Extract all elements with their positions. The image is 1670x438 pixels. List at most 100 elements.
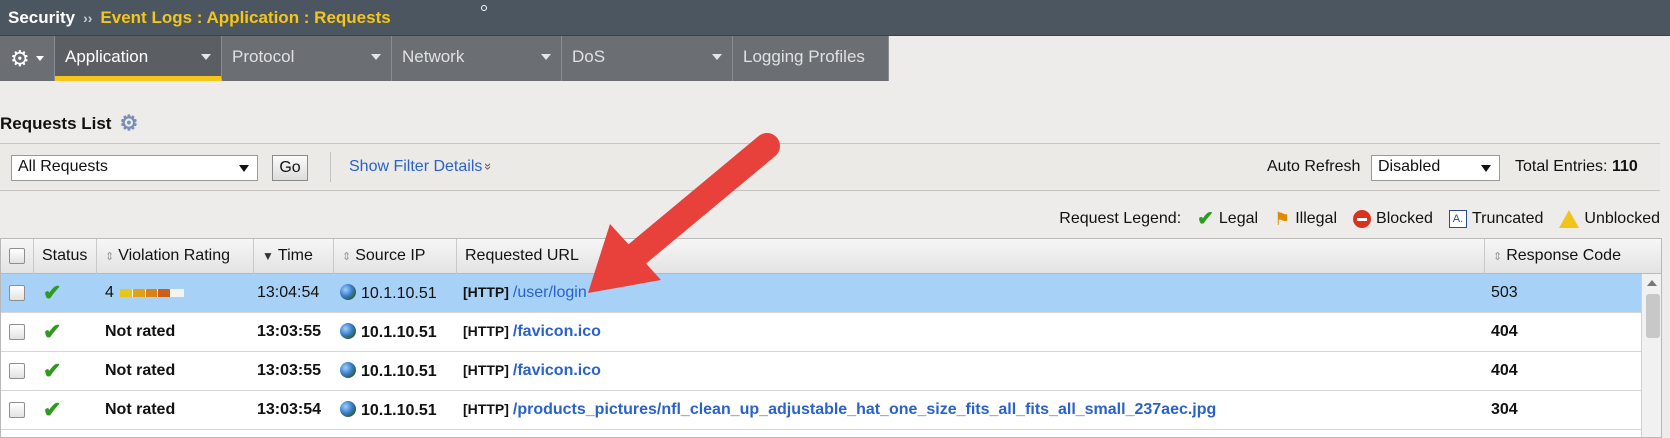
chevron-down-icon[interactable] (712, 54, 722, 60)
legend-unblocked: Unblocked (1559, 210, 1660, 228)
request-time: 13:04:54 (257, 284, 320, 301)
flag-icon: ⚑ (1274, 209, 1291, 229)
double-chevron-down-icon: » (481, 162, 497, 171)
tab-network[interactable]: Network (392, 36, 562, 81)
source-ip: 10.1.10.51 (340, 362, 437, 381)
request-filter-select[interactable]: All Requests (11, 155, 258, 181)
column-requested-url[interactable]: Requested URL (457, 239, 1485, 274)
table-row[interactable]: ✔ 4 13:04:54 10.1.10.51 [HTTP]/user/logi… (1, 274, 1641, 313)
violation-rating-bar (119, 288, 184, 297)
gear-icon: ⚙ (10, 45, 30, 71)
total-entries: Total Entries: 110 (1515, 158, 1638, 176)
globe-icon (340, 401, 356, 417)
legend-truncated-label: Truncated (1471, 210, 1544, 227)
legend-truncated: A. Truncated (1448, 210, 1544, 228)
breadcrumb-path: Event Logs : Application : Requests (100, 7, 391, 27)
column-status-label: Status (42, 247, 88, 264)
requested-url-link[interactable]: /products_pictures/nfl_clean_up_adjustab… (513, 401, 1216, 418)
column-time-label: Time (277, 247, 313, 264)
sort-icon: ⇕ (105, 251, 115, 263)
tab-protocol[interactable]: Protocol (222, 36, 392, 81)
column-status[interactable]: Status (34, 239, 97, 274)
tab-logging-profiles[interactable]: Logging Profiles (733, 36, 889, 81)
window-dot-icon (481, 5, 487, 11)
violation-rating-value: 4 (105, 284, 114, 301)
column-requested-url-label: Requested URL (465, 247, 579, 264)
tab-application-label: Application (65, 47, 149, 66)
row-checkbox[interactable] (9, 363, 25, 379)
chevron-down-icon (35, 56, 44, 61)
settings-menu-button[interactable]: ⚙ (0, 36, 55, 81)
violation-rating: 4 (105, 284, 184, 302)
chevron-down-icon[interactable] (541, 54, 551, 60)
breadcrumb: Security ›› Event Logs : Application : R… (0, 0, 1670, 36)
column-time[interactable]: ▼ Time (254, 239, 334, 274)
source-ip: 10.1.10.51 (340, 401, 437, 420)
requested-url: [HTTP]/user/login (463, 284, 587, 302)
show-filter-details-link[interactable]: Show Filter Details» (349, 158, 497, 176)
globe-icon (340, 362, 356, 378)
column-response-code-label: Response Code (1506, 247, 1621, 264)
column-violation-rating-label: Violation Rating (118, 247, 230, 264)
chevron-down-icon (239, 165, 249, 172)
legend-unblocked-label: Unblocked (1584, 210, 1660, 227)
divider (330, 152, 331, 182)
legend-illegal: ⚑ Illegal (1274, 210, 1337, 228)
rating-segment (119, 288, 132, 297)
request-time: 13:03:54 (257, 401, 322, 418)
requested-url-link[interactable]: /favicon.ico (513, 323, 601, 340)
row-checkbox[interactable] (9, 324, 25, 340)
breadcrumb-root[interactable]: Security (8, 8, 75, 28)
row-checkbox[interactable] (9, 402, 25, 418)
legend-blocked: Blocked (1353, 210, 1433, 228)
response-code: 503 (1491, 284, 1518, 301)
blocked-icon (1353, 210, 1372, 228)
globe-icon (340, 284, 356, 300)
scroll-up-arrow-icon[interactable] (1647, 280, 1657, 286)
table-row[interactable]: ✔ Not rated 13:03:55 10.1.10.51 [HTTP]/f… (1, 313, 1641, 352)
total-entries-label: Total Entries: (1515, 158, 1608, 175)
column-response-code[interactable]: ⇕ Response Code (1485, 239, 1661, 274)
tab-dos-label: DoS (572, 47, 606, 66)
breadcrumb-separator: ›› (83, 9, 93, 26)
request-time: 13:03:55 (257, 362, 322, 379)
rating-segment (132, 288, 145, 297)
tab-network-label: Network (402, 47, 465, 66)
chevron-down-icon[interactable] (201, 54, 211, 60)
response-code: 404 (1491, 362, 1518, 379)
total-entries-count: 110 (1611, 158, 1638, 175)
tab-dos[interactable]: DoS (562, 36, 733, 81)
protocol-tag: [HTTP] (463, 284, 509, 300)
table-scrollbar[interactable] (1641, 274, 1661, 437)
chevron-down-icon[interactable] (371, 54, 381, 60)
requested-url-link[interactable]: /user/login (513, 284, 587, 301)
protocol-tag: [HTTP] (463, 362, 509, 378)
globe-icon (340, 323, 356, 339)
requests-table: Status ⇕ Violation Rating ▼ Time ⇕ Source I… (0, 238, 1662, 438)
page-title: Requests List ⚙ (0, 111, 138, 136)
requested-url: [HTTP]/favicon.ico (463, 362, 601, 380)
requested-url-link[interactable]: /favicon.ico (513, 362, 601, 379)
scrollbar-thumb[interactable] (1646, 294, 1660, 338)
select-all-checkbox[interactable] (9, 248, 25, 264)
violation-rating: Not rated (105, 401, 176, 418)
protocol-tag: [HTTP] (463, 401, 509, 417)
rating-segment (145, 288, 158, 297)
violation-rating: Not rated (105, 323, 176, 340)
tab-logging-profiles-label: Logging Profiles (743, 47, 865, 66)
auto-refresh-value: Disabled (1378, 158, 1441, 175)
list-settings-gear-icon[interactable]: ⚙ (119, 111, 138, 136)
table-row[interactable]: ✔ Not rated 13:03:55 10.1.10.51 [HTTP]/f… (1, 352, 1641, 391)
go-button[interactable]: Go (272, 155, 308, 181)
column-violation-rating[interactable]: ⇕ Violation Rating (97, 239, 254, 274)
protocol-tag: [HTTP] (463, 323, 509, 339)
table-row[interactable]: ✔ Not rated 13:03:54 10.1.10.51 [HTTP]/p… (1, 391, 1641, 430)
column-source-ip[interactable]: ⇕ Source IP (334, 239, 457, 274)
row-checkbox[interactable] (9, 285, 25, 301)
tab-application[interactable]: Application (55, 36, 222, 81)
truncated-icon: A. (1448, 210, 1467, 228)
source-ip-value: 10.1.10.51 (361, 402, 437, 419)
violation-rating: Not rated (105, 362, 176, 379)
requested-url: [HTTP]/products_pictures/nfl_clean_up_ad… (463, 401, 1216, 419)
auto-refresh-select[interactable]: Disabled (1371, 155, 1500, 181)
